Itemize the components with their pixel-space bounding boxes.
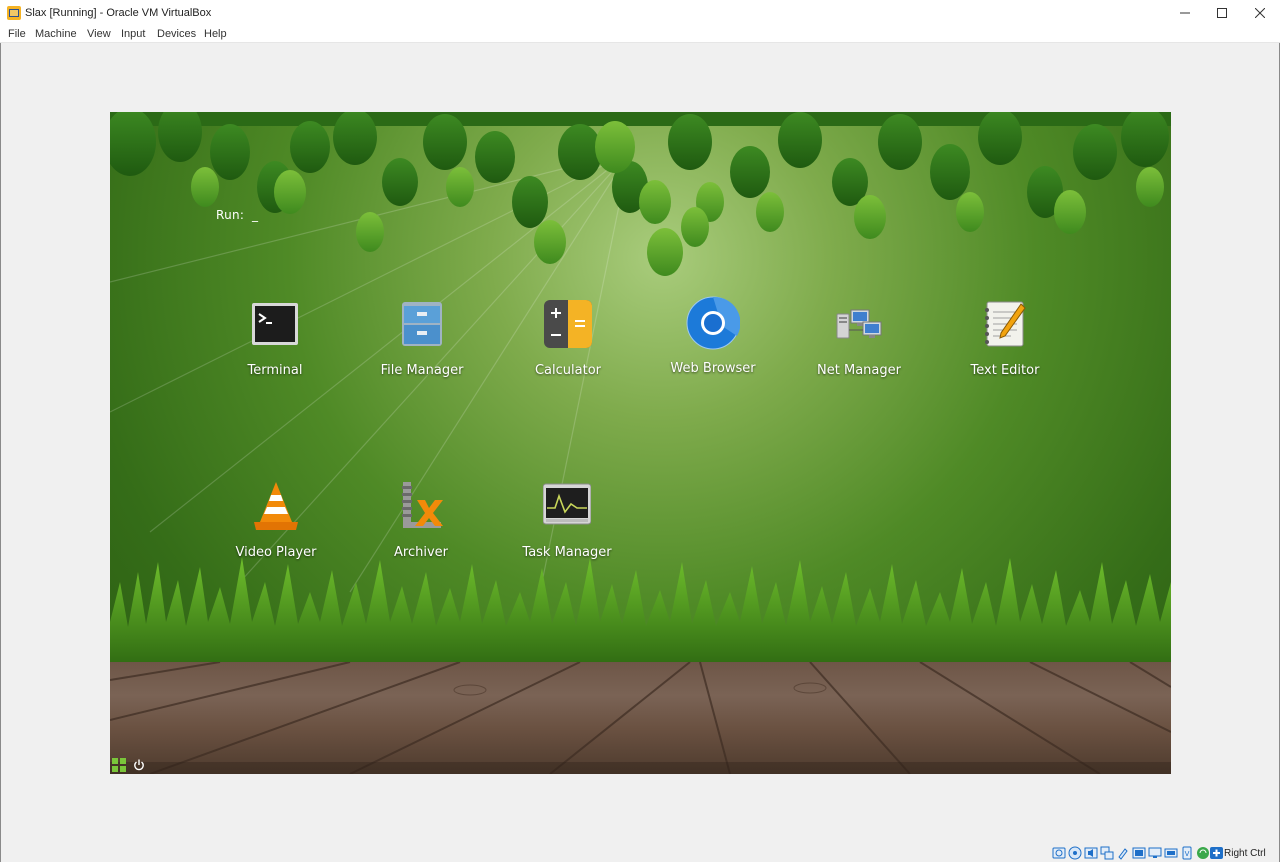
wallpaper-deck: [110, 662, 1171, 774]
virtualbox-app-icon: [7, 6, 21, 20]
desktop-icon-calculator[interactable]: Calculator: [513, 300, 623, 390]
shared-folders-icon[interactable]: [1132, 846, 1146, 860]
maximize-button[interactable]: [1203, 0, 1241, 26]
optical-drive-icon[interactable]: [1068, 846, 1082, 860]
menu-file[interactable]: File: [8, 28, 26, 40]
window-border-left: [0, 43, 1, 862]
video-capture-icon[interactable]: [1164, 846, 1178, 860]
minimize-icon: [1180, 12, 1190, 14]
web-browser-icon: [686, 296, 740, 350]
desktop-icon-label: Calculator: [534, 363, 601, 378]
desktop-icon-label: Web Browser: [670, 361, 756, 376]
audio-icon[interactable]: [1084, 846, 1098, 860]
archiver-icon: [402, 482, 443, 528]
mouse-integration-icon[interactable]: [1196, 846, 1210, 860]
hard-disk-icon[interactable]: [1052, 846, 1066, 860]
app-menu-icon: [112, 758, 126, 772]
desktop-icon-label: Archiver: [394, 545, 448, 560]
file-manager-icon: [402, 302, 442, 346]
desktop-icon-text-editor[interactable]: Text Editor: [950, 300, 1060, 390]
window-title: Slax [Running] - Oracle VM VirtualBox: [25, 7, 212, 19]
net-manager-icon: [836, 309, 882, 339]
usb-icon[interactable]: [1116, 846, 1130, 860]
terminal-icon: [252, 303, 298, 345]
deck-planks: [110, 662, 1171, 774]
menu-machine[interactable]: Machine: [35, 28, 77, 40]
maximize-icon: [1217, 8, 1227, 18]
run-prompt-cursor[interactable]: _: [252, 208, 258, 222]
vm-display[interactable]: Run: _ Terminal File Manager Calculator …: [110, 112, 1171, 774]
desktop-icon-archiver[interactable]: Archiver: [366, 482, 476, 572]
desktop-icon-web-browser[interactable]: Web Browser: [658, 296, 768, 388]
menubar: File Machine View Input Devices Help: [0, 26, 1280, 43]
desktop-icon-video-player[interactable]: Video Player: [221, 482, 331, 572]
desktop-icon-task-manager[interactable]: Task Manager: [512, 482, 622, 572]
desktop-icon-label: Task Manager: [522, 545, 612, 560]
desktop-icon-label: Net Manager: [817, 363, 901, 378]
desktop-icon-label: File Manager: [380, 363, 464, 378]
menu-devices[interactable]: Devices: [157, 28, 196, 40]
menu-view[interactable]: View: [87, 28, 111, 40]
minimize-button[interactable]: [1166, 0, 1204, 26]
run-prompt-label: Run:: [216, 208, 245, 222]
window-titlebar: Slax [Running] - Oracle VM VirtualBox: [0, 0, 1280, 26]
desktop-icon-label: Text Editor: [970, 363, 1040, 378]
host-key-label: Right Ctrl: [1224, 848, 1266, 859]
menu-help[interactable]: Help: [204, 28, 227, 40]
network-icon[interactable]: [1100, 846, 1114, 860]
desktop-icon-label: Terminal: [247, 363, 303, 378]
close-icon: [1255, 8, 1265, 18]
app-menu-button[interactable]: [110, 756, 128, 774]
desktop-icon-file-manager[interactable]: File Manager: [367, 300, 477, 390]
vm-statusbar: V Right Ctrl: [0, 844, 1280, 862]
power-icon: [134, 759, 144, 771]
menu-input[interactable]: Input: [121, 28, 145, 40]
svg-text:V: V: [1185, 850, 1190, 858]
video-player-icon: [254, 482, 298, 530]
task-manager-icon: [543, 483, 591, 525]
text-editor-icon: [985, 301, 1026, 347]
close-button[interactable]: [1241, 0, 1279, 26]
keyboard-icon[interactable]: [1210, 846, 1224, 860]
desktop-icon-net-manager[interactable]: Net Manager: [804, 300, 914, 390]
desktop-icon-label: Video Player: [235, 545, 317, 560]
display-icon[interactable]: [1148, 846, 1162, 860]
desktop-icon-terminal[interactable]: Terminal: [220, 300, 330, 390]
calculator-icon: [544, 300, 592, 348]
cpu-icon[interactable]: V: [1180, 846, 1194, 860]
power-button[interactable]: [130, 756, 148, 774]
